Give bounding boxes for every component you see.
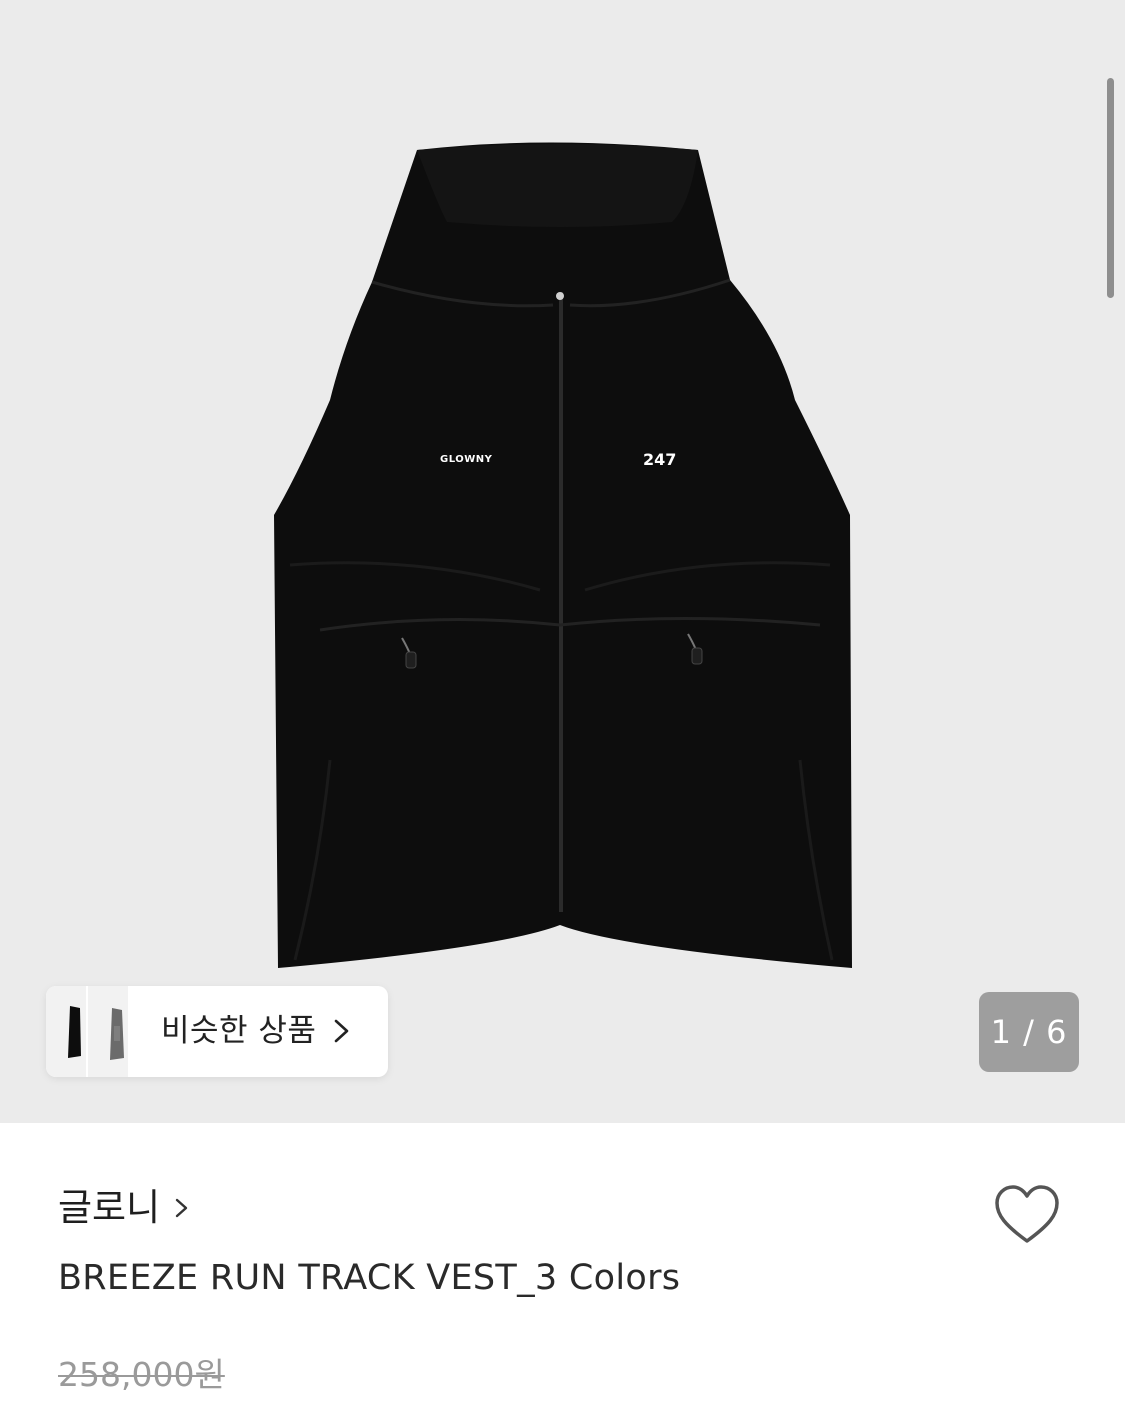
product-info: 글로니 BREEZE RUN TRACK VEST_3 Colors 258,0… (0, 1123, 1125, 1413)
product-image-gallery[interactable]: GLOWNY 247 비슷한 상품 1 / 6 (0, 0, 1125, 1123)
scrollbar[interactable] (1107, 78, 1114, 298)
similar-thumbnail (88, 986, 128, 1077)
garment-print-right: 247 (643, 450, 676, 469)
similar-thumbnail (46, 986, 86, 1077)
image-counter: 1 / 6 (979, 992, 1079, 1072)
brand-link[interactable]: 글로니 (58, 1186, 160, 1230)
product-name: BREEZE RUN TRACK VEST_3 Colors (58, 1258, 681, 1298)
original-price: 258,000원 (58, 1355, 225, 1394)
similar-products-label: 비슷한 상품 (161, 1013, 317, 1049)
garment-print-left: GLOWNY (440, 454, 493, 465)
chevron-right-icon (334, 1019, 349, 1043)
chevron-right-icon[interactable] (174, 1195, 190, 1221)
heart-outline-icon[interactable] (993, 1183, 1061, 1247)
similar-products-button[interactable]: 비슷한 상품 (46, 986, 388, 1077)
product-image: GLOWNY 247 (274, 142, 852, 968)
